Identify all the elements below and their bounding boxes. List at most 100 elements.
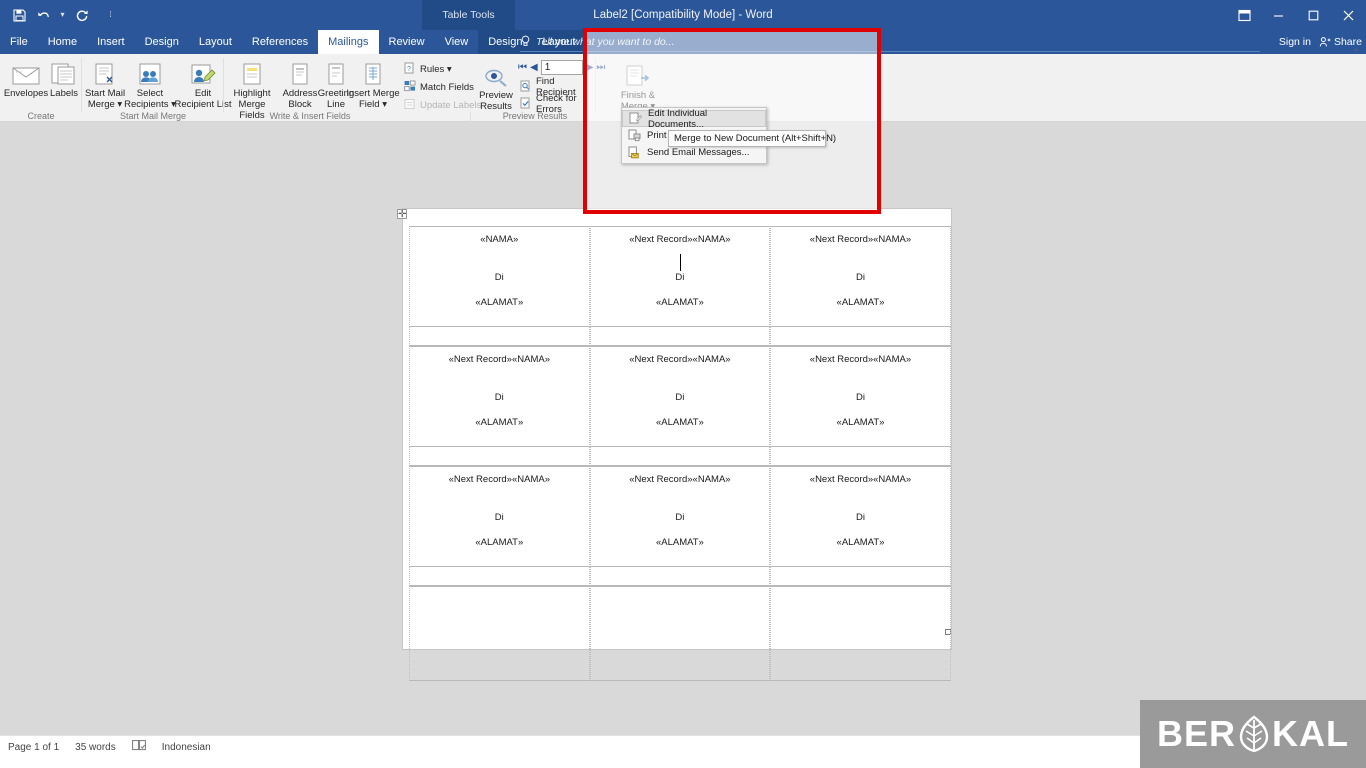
- match-fields-button[interactable]: Match Fields: [404, 79, 474, 95]
- table-gutter-row: [409, 567, 951, 586]
- rules-button[interactable]: ? Rules ▾: [404, 61, 452, 77]
- quick-access-toolbar: ▾ ⁞: [8, 0, 117, 30]
- svg-text:?: ?: [407, 66, 411, 73]
- redo-icon[interactable]: [71, 4, 93, 26]
- customize-quick-access-icon[interactable]: ⁞: [104, 4, 117, 26]
- gutter-cell: [770, 447, 951, 466]
- menu-tooltip: Merge to New Document (Alt+Shift+N): [668, 130, 836, 147]
- check-for-errors-button[interactable]: Check for Errors: [520, 93, 596, 115]
- label-cell[interactable]: «Next Record»«NAMA» Di «ALAMAT»: [770, 226, 951, 327]
- leaf-brain-icon: [1237, 715, 1271, 753]
- collapse-ribbon-icon[interactable]: ⌃: [1352, 48, 1360, 59]
- label-di-text: Di: [675, 272, 685, 283]
- labels-icon: [49, 56, 79, 86]
- record-number-input[interactable]: 1: [540, 60, 583, 75]
- label-name-field: «Next Record»«NAMA»: [629, 354, 731, 365]
- tell-me-underline: [520, 51, 1260, 52]
- start-mail-merge-icon: [92, 56, 118, 86]
- close-icon[interactable]: [1331, 0, 1366, 30]
- minimize-icon[interactable]: [1261, 0, 1296, 30]
- tab-review[interactable]: Review: [379, 30, 435, 54]
- label-cell[interactable]: «Next Record»«NAMA» Di «ALAMAT»: [589, 346, 771, 447]
- share-label: Share: [1333, 36, 1362, 48]
- status-page-number[interactable]: Page 1 of 1: [8, 742, 59, 753]
- label-name-field: «Next Record»«NAMA»: [809, 354, 912, 365]
- label-alamat-field: «ALAMAT»: [836, 297, 885, 308]
- insert-merge-field-icon: [363, 56, 383, 86]
- gutter-cell: [770, 327, 951, 346]
- undo-dropdown-icon[interactable]: ▾: [56, 4, 69, 26]
- menu-item-label: Send Email Messages...: [647, 147, 750, 158]
- group-label-start-mail-merge: Start Mail Merge: [119, 111, 187, 121]
- table-gutter-row: [409, 327, 951, 346]
- last-record-icon[interactable]: ⏭: [596, 62, 605, 73]
- sign-in-link[interactable]: Sign in: [1279, 36, 1311, 48]
- tab-insert[interactable]: Insert: [87, 30, 135, 54]
- gutter-cell: [409, 447, 590, 466]
- ribbon-group-preview-results: Preview Results ⏮ ◀ 1 ▶ ⏭ Find Recipient…: [474, 54, 605, 122]
- label-name-field: «Next Record»«NAMA»: [448, 474, 550, 485]
- insert-merge-field-button[interactable]: Insert Merge Field ▾: [342, 56, 404, 110]
- status-language[interactable]: Indonesian: [162, 742, 211, 753]
- label-cell[interactable]: «Next Record»«NAMA» Di «ALAMAT»: [589, 226, 771, 327]
- label-cell[interactable]: «Next Record»«NAMA» Di «ALAMAT»: [409, 466, 590, 567]
- finish-and-merge-button[interactable]: Finish & Merge ▾: [612, 58, 664, 112]
- status-word-count[interactable]: 35 words: [75, 742, 116, 753]
- preview-results-button[interactable]: Preview Results: [474, 58, 518, 112]
- update-labels-button: Update Labels: [404, 97, 481, 113]
- menu-item-edit-individual-documents[interactable]: Edit Individual Documents...: [622, 108, 766, 130]
- update-labels-label: Update Labels: [420, 99, 482, 111]
- label-name-field: «Next Record»«NAMA»: [629, 474, 731, 485]
- ribbon-group-create: Envelopes Labels Create: [0, 54, 82, 122]
- save-icon[interactable]: [8, 4, 30, 26]
- share-button[interactable]: Share: [1319, 36, 1362, 48]
- label-cell[interactable]: «Next Record»«NAMA» Di «ALAMAT»: [589, 466, 771, 567]
- restore-icon[interactable]: [1296, 0, 1331, 30]
- tab-mailings[interactable]: Mailings: [318, 30, 379, 54]
- watermark-text-right: KAL: [1272, 713, 1349, 754]
- previous-record-icon[interactable]: ◀: [530, 62, 538, 73]
- undo-icon[interactable]: [32, 4, 54, 26]
- next-record-icon[interactable]: ▶: [586, 62, 594, 73]
- label-name-field: «Next Record»«NAMA»: [809, 474, 912, 485]
- address-block-icon: [290, 56, 310, 86]
- tab-view[interactable]: View: [435, 30, 479, 54]
- tab-design[interactable]: Design: [135, 30, 189, 54]
- gutter-cell: [589, 447, 771, 466]
- document-page[interactable]: ✛ «NAMA» Di «ALAMAT» «Next Record»«NAMA»…: [397, 209, 951, 681]
- record-navigation: ⏮ ◀ 1 ▶ ⏭: [518, 60, 605, 75]
- label-cell[interactable]: [589, 586, 771, 681]
- label-alamat-field: «ALAMAT»: [475, 417, 524, 428]
- label-cell[interactable]: [770, 586, 951, 681]
- ribbon-tabs: File Home Insert Design Layout Reference…: [0, 30, 586, 54]
- label-cell[interactable]: «Next Record»«NAMA» Di «ALAMAT»: [770, 466, 951, 567]
- label-di-text: Di: [494, 392, 504, 403]
- send-email-messages-icon: [627, 146, 641, 160]
- group-label-write-insert-fields: Write & Insert Fields: [269, 111, 351, 121]
- first-record-icon[interactable]: ⏮: [518, 62, 527, 73]
- label-cell[interactable]: «Next Record»«NAMA» Di «ALAMAT»: [770, 346, 951, 447]
- table-move-handle[interactable]: ✛: [397, 209, 407, 220]
- label-cell[interactable]: «NAMA» Di «ALAMAT»: [409, 226, 590, 327]
- rules-icon: ?: [404, 62, 416, 77]
- envelope-icon: [11, 56, 41, 86]
- contextual-tab-group-label: Table Tools: [422, 0, 515, 30]
- watermark-logo: BER KAL: [1140, 700, 1366, 768]
- ribbon-display-options-icon[interactable]: [1227, 0, 1261, 30]
- table-row: [409, 586, 951, 681]
- tab-layout[interactable]: Layout: [189, 30, 242, 54]
- tab-file[interactable]: File: [0, 30, 38, 54]
- check-for-errors-icon: [520, 97, 532, 112]
- label-cell[interactable]: [409, 586, 590, 681]
- watermark-text-left: BER: [1156, 713, 1236, 754]
- tab-home[interactable]: Home: [38, 30, 87, 54]
- label-di-text: Di: [855, 512, 865, 523]
- label-alamat-field: «ALAMAT»: [475, 537, 524, 548]
- select-recipients-button[interactable]: Select Recipients ▾: [124, 56, 176, 110]
- label-name-field: «NAMA»: [480, 234, 519, 245]
- label-di-text: Di: [675, 512, 685, 523]
- proofing-errors-icon[interactable]: [131, 740, 146, 754]
- label-cell[interactable]: «Next Record»«NAMA» Di «ALAMAT»: [409, 346, 590, 447]
- print-documents-icon: [627, 129, 641, 143]
- tab-references[interactable]: References: [242, 30, 318, 54]
